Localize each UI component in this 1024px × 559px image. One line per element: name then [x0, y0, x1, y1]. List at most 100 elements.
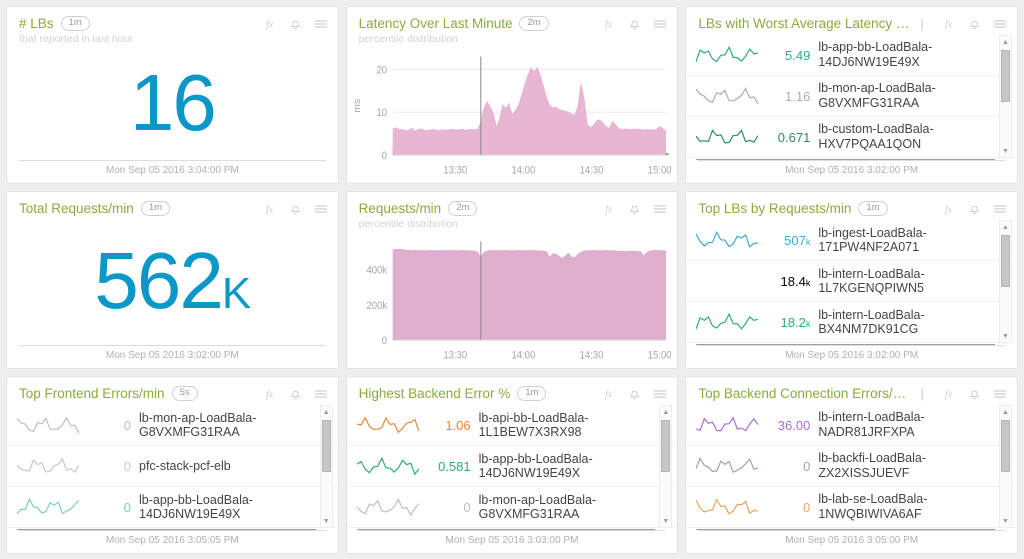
sparkline	[696, 268, 758, 294]
scrollbar-track[interactable]	[1000, 233, 1011, 330]
scrollbar-thumb[interactable]	[1000, 420, 1010, 472]
sparkline	[696, 416, 759, 432]
panel-subtitle: percentile distribution	[358, 218, 458, 231]
hamburger-menu-icon[interactable]	[314, 203, 328, 215]
panel-title: # LBs	[19, 16, 54, 32]
bell-icon[interactable]	[629, 18, 640, 30]
hamburger-menu-icon[interactable]	[993, 18, 1007, 30]
list-item[interactable]: 0 lb-mon-ap-LoadBala- G8VXMFG31RAA	[7, 405, 338, 447]
bell-icon[interactable]	[969, 203, 980, 215]
refresh-interval-badge[interactable]: 2m	[519, 16, 549, 32]
bell-icon[interactable]	[290, 203, 301, 215]
bell-icon[interactable]	[290, 388, 301, 400]
fx-icon[interactable]: fx	[605, 18, 616, 30]
hamburger-menu-icon[interactable]	[653, 203, 667, 215]
big-value: 562K	[94, 235, 251, 325]
list-baseline	[17, 529, 316, 530]
panel-body: 507k lb-ingest-LoadBala- 171PW4NF2A071 18.4…	[686, 216, 1017, 345]
sparkline	[17, 458, 79, 474]
list-item[interactable]: 0 lb-mon-ap-LoadBala- G8VXMFG31RAA	[346, 487, 678, 529]
fx-icon[interactable]: fx	[266, 18, 277, 30]
list-scrollbar[interactable]: ▲ ▼	[998, 35, 1012, 158]
list-item[interactable]: 0.671 lb-custom-LoadBala- HXV7PQAA1QON	[686, 117, 1017, 158]
panel-body: 0 lb-mon-ap-LoadBala- G8VXMFG31RAA 0 pfc-sta…	[7, 401, 338, 530]
list-item[interactable]: 507k lb-ingest-LoadBala- 171PW4NF2A071	[686, 220, 1017, 262]
panel-timestamp: Mon Sep 05 2016 3:02:00 PM	[19, 345, 326, 368]
hamburger-menu-icon[interactable]	[314, 388, 328, 400]
refresh-interval-badge[interactable]: 1m	[517, 386, 547, 402]
list-item[interactable]: 0 lb-backfi-LoadBala- ZX2XISSJUEVF	[686, 446, 1017, 487]
hamburger-menu-icon[interactable]	[993, 388, 1007, 400]
scroll-up-arrow-icon[interactable]: ▲	[1002, 406, 1009, 418]
list-item-label: lb-api-bb-LoadBala- 1L1BEW7X3RX98	[478, 410, 589, 440]
bell-icon[interactable]	[629, 203, 640, 215]
list-item[interactable]: 36.00 lb-intern-LoadBala- NADR81JRFXPA	[686, 405, 1017, 446]
bell-icon[interactable]	[969, 388, 980, 400]
panel-header-icons: fx	[266, 18, 328, 30]
panel-header-icons: fx	[945, 18, 1007, 30]
scroll-up-arrow-icon[interactable]: ▲	[1002, 221, 1009, 233]
refresh-interval-badge[interactable]: 1m	[858, 201, 888, 217]
list-item[interactable]: 1.16 lb-mon-ap-LoadBala- G8VXMFG31RAA	[686, 76, 1017, 117]
list-item[interactable]: 0 pfc-stack-pcf-elb	[7, 446, 338, 488]
scroll-up-arrow-icon[interactable]: ▲	[1002, 36, 1009, 48]
scrollbar-track[interactable]	[1000, 48, 1011, 145]
refresh-interval-badge[interactable]: 2m	[448, 201, 478, 217]
scrollbar-track[interactable]	[660, 418, 671, 515]
list-item-value: 0	[123, 499, 131, 515]
fx-icon[interactable]: fx	[945, 18, 956, 30]
svg-text:0: 0	[381, 336, 387, 348]
hamburger-menu-icon[interactable]	[993, 203, 1007, 215]
bell-icon[interactable]	[629, 388, 640, 400]
refresh-interval-badge[interactable]: 5s	[171, 386, 198, 402]
list-item-label: lb-ingest-LoadBala- 171PW4NF2A071	[818, 225, 927, 255]
list-item[interactable]: 0.581 lb-app-bb-LoadBala- 14DJ6NW19E49X	[346, 446, 678, 488]
fx-icon[interactable]: fx	[945, 203, 956, 215]
scroll-down-arrow-icon[interactable]: ▼	[323, 515, 330, 527]
refresh-interval-badge[interactable]: 1m	[60, 16, 90, 32]
list-item-label: lb-app-bb-LoadBala- 14DJ6NW19E49X	[818, 40, 933, 69]
bell-icon[interactable]	[290, 18, 301, 30]
scrollbar-thumb[interactable]	[1000, 235, 1010, 288]
list-item[interactable]: 0 lb-lab-se-LoadBala- 1NWQBIWIVA6AF	[686, 487, 1017, 528]
list-item[interactable]: 18.4k lb-intern-LoadBala- 1L7KGENQPIWN5	[686, 261, 1017, 303]
bell-icon[interactable]	[969, 18, 980, 30]
list-item[interactable]: 1.06 lb-api-bb-LoadBala- 1L1BEW7X3RX98	[346, 405, 678, 447]
scroll-down-arrow-icon[interactable]: ▼	[1002, 145, 1009, 157]
panel-header-icons: fx	[945, 203, 1007, 215]
scroll-up-arrow-icon[interactable]: ▲	[323, 406, 330, 418]
fx-icon[interactable]: fx	[945, 388, 956, 400]
scroll-down-arrow-icon[interactable]: ▼	[662, 515, 669, 527]
list-item[interactable]: 0 lb-app-bb-LoadBala- 14DJ6NW19E49X	[7, 487, 338, 529]
list-scrollbar[interactable]: ▲ ▼	[319, 405, 333, 528]
panel-header: Top LBs by Requests/min 1m fx	[686, 192, 1017, 217]
svg-text:10: 10	[376, 108, 387, 120]
scroll-down-arrow-icon[interactable]: ▼	[1002, 330, 1009, 342]
list-scrollbar[interactable]: ▲ ▼	[998, 405, 1012, 528]
scrollbar-thumb[interactable]	[1000, 50, 1010, 102]
fx-icon[interactable]: fx	[605, 388, 616, 400]
scrollbar-track[interactable]	[321, 418, 332, 515]
panel-header: Top Frontend Errors/min 5s fx	[7, 377, 338, 402]
scroll-up-arrow-icon[interactable]: ▲	[662, 406, 669, 418]
scroll-down-arrow-icon[interactable]: ▼	[1002, 515, 1009, 527]
list-scrollbar[interactable]: ▲ ▼	[659, 405, 673, 528]
scrollbar-thumb[interactable]	[661, 420, 671, 473]
list-item-label: lb-intern-LoadBala- NADR81JRFXPA	[818, 410, 925, 439]
list-item[interactable]: 5.49 lb-app-bb-LoadBala- 14DJ6NW19E49X	[686, 35, 1017, 76]
refresh-interval-badge[interactable]: 1m	[140, 201, 171, 217]
list-item-value: 0.581	[438, 458, 471, 474]
list-item[interactable]: 18.2k lb-intern-LoadBala- BX4NM7DK91CG	[686, 302, 1017, 344]
scrollbar-thumb[interactable]	[321, 420, 331, 473]
fx-icon[interactable]: fx	[605, 203, 616, 215]
panel-header-icons: fx	[605, 388, 667, 400]
hamburger-menu-icon[interactable]	[653, 18, 667, 30]
big-value: 16	[129, 57, 217, 147]
hamburger-menu-icon[interactable]	[653, 388, 667, 400]
hamburger-menu-icon[interactable]	[314, 18, 328, 30]
sparkline	[696, 313, 759, 331]
scrollbar-track[interactable]	[1000, 418, 1011, 515]
list-scrollbar[interactable]: ▲ ▼	[998, 220, 1012, 343]
fx-icon[interactable]: fx	[266, 203, 277, 215]
fx-icon[interactable]: fx	[266, 388, 277, 400]
